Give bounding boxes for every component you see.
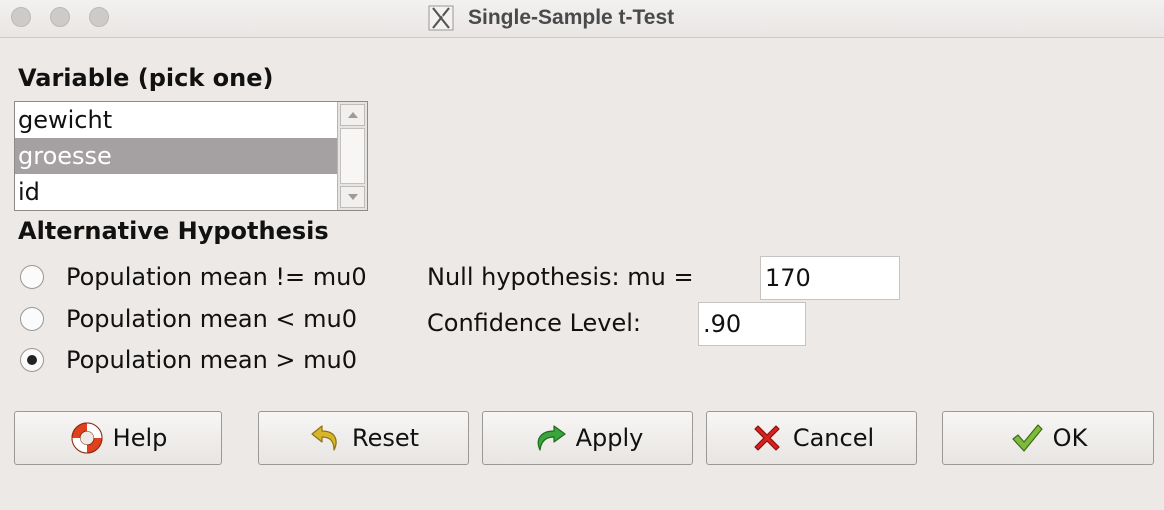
help-button-label: Help	[112, 424, 168, 452]
radio-label: Population mean < mu0	[66, 305, 358, 333]
green-check-icon	[1012, 424, 1043, 452]
cancel-button[interactable]: Cancel	[706, 411, 917, 465]
variable-listbox[interactable]: gewicht groesse id	[14, 101, 368, 211]
radio-option-greater[interactable]: Population mean > mu0	[20, 343, 357, 377]
scroll-down-button[interactable]	[340, 186, 365, 208]
lifebuoy-icon	[71, 422, 103, 454]
window-title: Single-Sample t-Test	[468, 6, 675, 29]
variable-section-label: Variable (pick one)	[18, 64, 274, 92]
mu-input[interactable]	[760, 256, 900, 300]
triangle-up-icon	[347, 112, 358, 118]
zoom-window-button[interactable]	[89, 7, 109, 27]
triangle-down-icon	[347, 194, 358, 200]
hypothesis-section-label: Alternative Hypothesis	[18, 217, 329, 245]
close-window-button[interactable]	[11, 7, 31, 27]
list-item-selected[interactable]: groesse	[15, 138, 337, 174]
red-x-icon	[754, 425, 780, 451]
list-item[interactable]: id	[15, 174, 337, 210]
help-button[interactable]: Help	[14, 411, 222, 465]
null-hypothesis-label: Null hypothesis: mu =	[427, 263, 694, 291]
radio-option-two-sided[interactable]: Population mean != mu0	[20, 260, 367, 294]
ok-button-label: OK	[1052, 424, 1088, 452]
title-bar: Single-Sample t-Test	[0, 0, 1164, 38]
cancel-button-label: Cancel	[792, 424, 875, 452]
apply-button[interactable]: Apply	[482, 411, 693, 465]
radio-button[interactable]	[20, 265, 44, 289]
radio-button[interactable]	[20, 307, 44, 331]
variable-list: gewicht groesse id	[15, 102, 337, 210]
ok-button[interactable]: OK	[942, 411, 1154, 465]
list-item[interactable]: gewicht	[15, 102, 337, 138]
title-group: Single-Sample t-Test	[428, 4, 674, 32]
confidence-level-input[interactable]	[698, 302, 806, 346]
undo-arrow-icon	[311, 425, 337, 451]
confidence-level-label: Confidence Level:	[427, 309, 642, 337]
radio-label: Population mean != mu0	[66, 263, 367, 291]
radio-option-less[interactable]: Population mean < mu0	[20, 302, 357, 336]
scroll-thumb[interactable]	[340, 128, 365, 184]
dialog-window: Single-Sample t-Test Variable (pick one)…	[0, 0, 1164, 510]
listbox-scrollbar[interactable]	[337, 102, 367, 210]
scroll-up-button[interactable]	[340, 104, 365, 126]
radio-button-checked[interactable]	[20, 348, 44, 372]
radio-label: Population mean > mu0	[66, 346, 358, 374]
minimize-window-button[interactable]	[50, 7, 70, 27]
redo-arrow-icon	[537, 425, 566, 451]
reset-button[interactable]: Reset	[258, 411, 469, 465]
reset-button-label: Reset	[351, 424, 420, 452]
x11-logo-icon	[428, 5, 454, 31]
apply-button-label: Apply	[575, 424, 644, 452]
